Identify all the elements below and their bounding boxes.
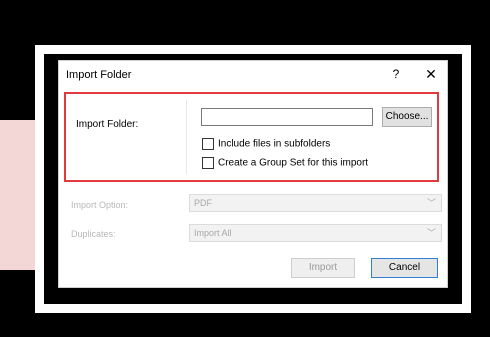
chevron-down-icon: ﹀ bbox=[426, 198, 436, 208]
close-icon[interactable]: ✕ bbox=[422, 66, 440, 84]
duplicates-label: Duplicates: bbox=[71, 229, 116, 239]
include-subfolders-checkbox[interactable]: Include files in subfolders bbox=[202, 138, 330, 150]
import-option-select[interactable]: PDF ﹀ bbox=[189, 194, 442, 212]
import-folder-highlight-box: Import Folder: Choose... Include files i… bbox=[64, 92, 439, 182]
import-button[interactable]: Import bbox=[291, 258, 355, 278]
duplicates-value: Import All bbox=[194, 228, 232, 238]
dialog-title: Import Folder bbox=[66, 69, 132, 81]
dialog-titlebar: Import Folder ? ✕ bbox=[59, 61, 447, 87]
create-group-set-label: Create a Group Set for this import bbox=[218, 157, 369, 169]
cancel-button[interactable]: Cancel bbox=[371, 258, 438, 278]
import-folder-label: Import Folder: bbox=[76, 119, 139, 130]
import-option-value: PDF bbox=[194, 198, 212, 208]
import-folder-dialog: Import Folder ? ✕ Import Folder: Choose.… bbox=[58, 60, 448, 288]
checkbox-box[interactable] bbox=[202, 157, 214, 169]
choose-button[interactable]: Choose... bbox=[382, 107, 432, 127]
include-subfolders-label: Include files in subfolders bbox=[218, 138, 331, 150]
duplicates-select[interactable]: Import All ﹀ bbox=[189, 224, 442, 242]
checkbox-box[interactable] bbox=[202, 138, 214, 150]
import-option-label: Import Option: bbox=[71, 200, 129, 210]
help-button[interactable]: ? bbox=[388, 67, 404, 83]
create-group-set-checkbox[interactable]: Create a Group Set for this import bbox=[202, 157, 368, 169]
section-divider bbox=[186, 100, 187, 174]
chevron-down-icon: ﹀ bbox=[426, 228, 436, 238]
import-folder-input[interactable] bbox=[201, 108, 373, 126]
